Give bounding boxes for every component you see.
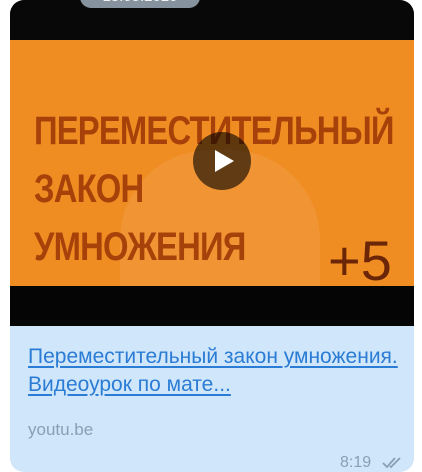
link-preview-title[interactable]: Переместительный закон умножения. Видеоу…	[28, 343, 406, 399]
letterbox-top	[10, 0, 414, 40]
thumbnail-title-line-1: ПЕРЕМЕСТИТЕЛЬНЫЙ	[34, 109, 394, 153]
date-chip: 18.05.2020	[80, 0, 200, 8]
play-icon	[215, 150, 234, 172]
double-check-icon	[382, 457, 401, 469]
thumbnail-title: ПЕРЕМЕСТИТЕЛЬНЫЙ ЗАКОН УМНОЖЕНИЯ	[34, 102, 394, 276]
link-domain: youtu.be	[28, 420, 94, 439]
thumbnail-badge: +5	[328, 229, 392, 292]
thumbnail-title-line-2: ЗАКОН УМНОЖЕНИЯ	[34, 167, 246, 269]
message-time: 8:19	[340, 454, 372, 471]
play-button[interactable]	[193, 132, 251, 190]
message-bubble[interactable]: ПЕРЕМЕСТИТЕЛЬНЫЙ ЗАКОН УМНОЖЕНИЯ +5 Пере…	[10, 0, 414, 472]
video-preview[interactable]: ПЕРЕМЕСТИТЕЛЬНЫЙ ЗАКОН УМНОЖЕНИЯ +5	[10, 0, 414, 326]
letterbox-bottom	[10, 286, 414, 326]
